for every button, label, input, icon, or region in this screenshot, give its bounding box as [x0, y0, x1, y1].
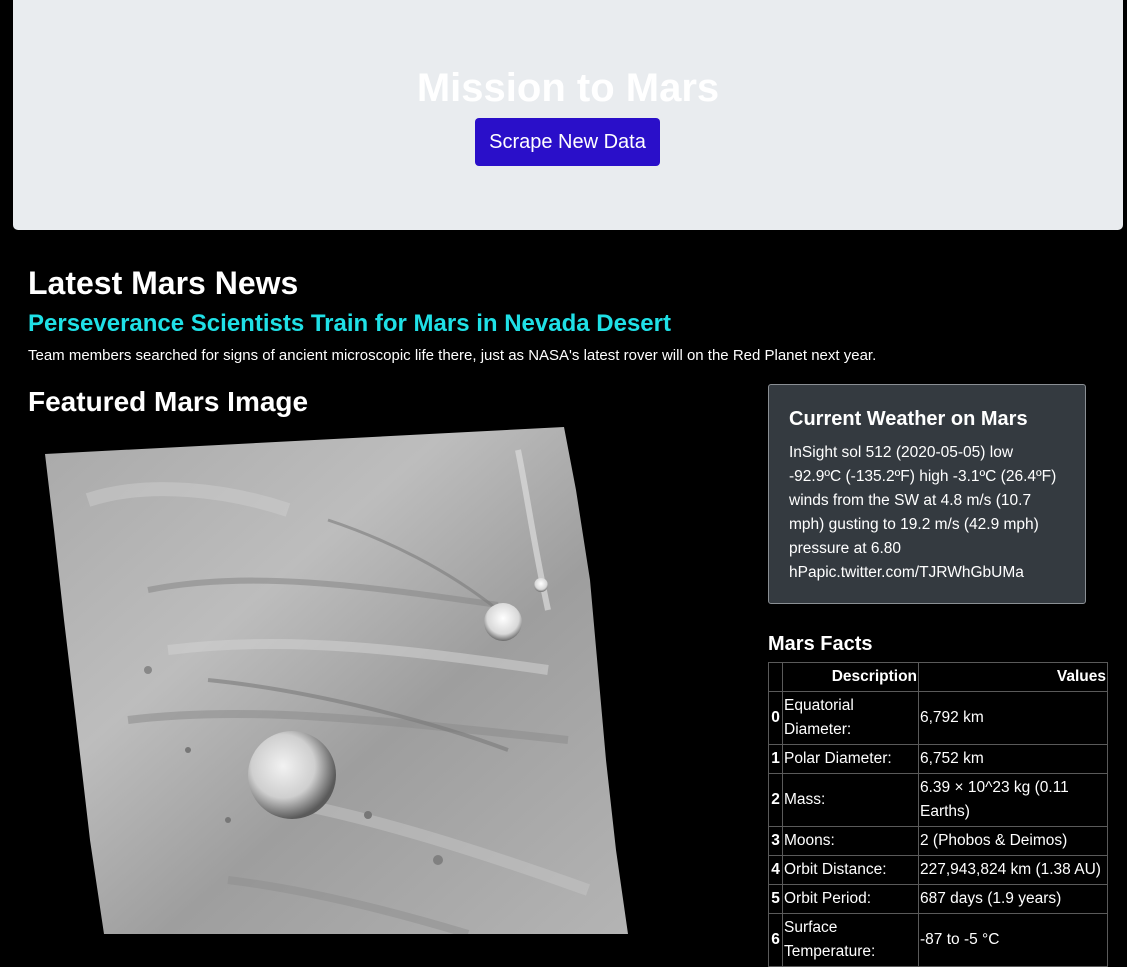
- description-header: Description: [782, 662, 919, 692]
- table-row: 6 Surface Temperature: -87 to -5 °C: [768, 913, 1108, 967]
- row-value: 2 (Phobos & Deimos): [918, 826, 1108, 856]
- row-value: 6.39 × 10^23 kg (0.11 Earths): [918, 773, 1108, 827]
- weather-heading: Current Weather on Mars: [789, 408, 1028, 430]
- row-index: 3: [768, 826, 783, 856]
- row-description: Orbit Distance:: [782, 855, 919, 885]
- weather-card: Current Weather on Mars InSight sol 512 …: [768, 384, 1086, 604]
- row-description: Moons:: [782, 826, 919, 856]
- table-row: 5 Orbit Period: 687 days (1.9 years): [768, 884, 1108, 914]
- row-description: Equatorial Diameter:: [782, 691, 919, 745]
- row-index: 0: [768, 691, 783, 745]
- row-value: -87 to -5 °C: [918, 913, 1108, 967]
- row-index: 2: [768, 773, 783, 827]
- row-description: Mass:: [782, 773, 919, 827]
- mars-terrain-picture: [45, 427, 628, 934]
- jumbotron-header: Mission to Mars Scrape New Data: [13, 0, 1123, 230]
- weather-report: InSight sol 512 (2020-05-05) low -92.9ºC…: [789, 444, 1057, 581]
- table-row: 4 Orbit Distance: 227,943,824 km (1.38 A…: [768, 855, 1108, 885]
- mars-facts-table: Description Values 0 Equatorial Diameter…: [768, 662, 1108, 967]
- row-value: 687 days (1.9 years): [918, 884, 1108, 914]
- news-title-link[interactable]: Perseverance Scientists Train for Mars i…: [28, 309, 671, 339]
- table-row: 1 Polar Diameter: 6,752 km: [768, 744, 1108, 774]
- news-teaser: Team members searched for signs of ancie…: [28, 347, 877, 364]
- row-value: 6,792 km: [918, 691, 1108, 745]
- scrape-new-data-button[interactable]: Scrape New Data: [475, 118, 660, 166]
- row-index: 6: [768, 913, 783, 967]
- row-index: 5: [768, 884, 783, 914]
- values-header: Values: [918, 662, 1108, 692]
- table-row: 3 Moons: 2 (Phobos & Deimos): [768, 826, 1108, 856]
- row-value: 6,752 km: [918, 744, 1108, 774]
- mars-facts-heading: Mars Facts: [768, 633, 873, 655]
- row-description: Polar Diameter:: [782, 744, 919, 774]
- featured-mars-image[interactable]: [28, 420, 648, 934]
- table-row: 0 Equatorial Diameter: 6,792 km: [768, 691, 1108, 745]
- table-row: 2 Mass: 6.39 × 10^23 kg (0.11 Earths): [768, 773, 1108, 827]
- news-heading: Latest Mars News: [28, 265, 299, 301]
- row-value: 227,943,824 km (1.38 AU): [918, 855, 1108, 885]
- row-index: 1: [768, 744, 783, 774]
- row-index: 4: [768, 855, 783, 885]
- table-header-row: Description Values: [768, 662, 1108, 692]
- row-description: Surface Temperature:: [782, 913, 919, 967]
- page-title: Mission to Mars: [416, 66, 720, 110]
- row-description: Orbit Period:: [782, 884, 919, 914]
- featured-image-heading: Featured Mars Image: [28, 386, 309, 417]
- index-header: [768, 662, 783, 692]
